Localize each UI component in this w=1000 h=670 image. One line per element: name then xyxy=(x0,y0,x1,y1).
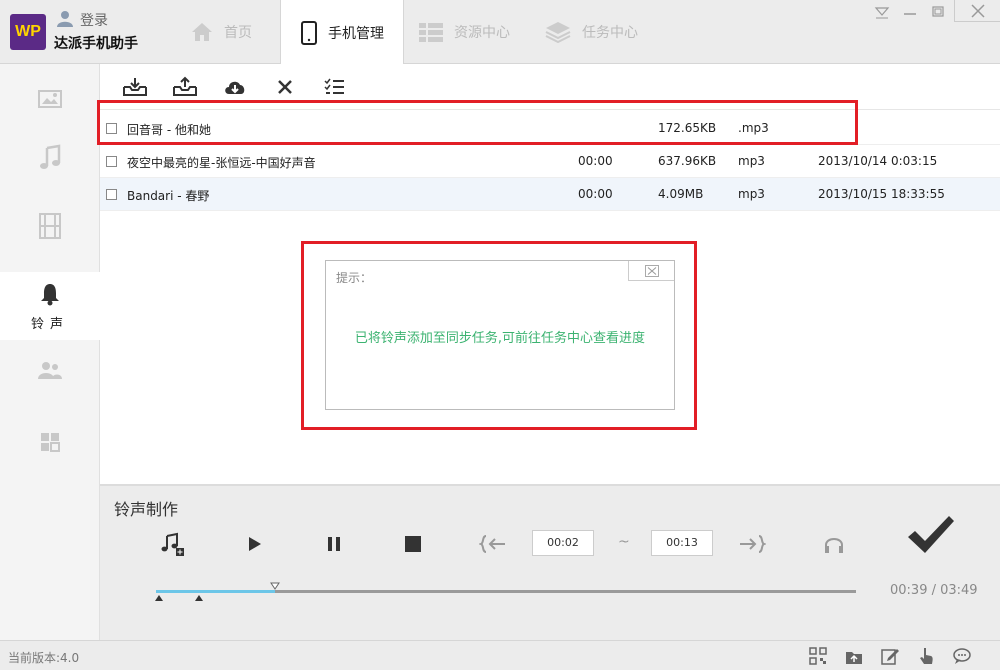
confirm-button[interactable] xyxy=(904,512,956,558)
stop-button[interactable] xyxy=(399,530,427,558)
tab-task-center[interactable]: 任务中心 xyxy=(544,0,654,64)
tab-resource-center[interactable]: 资源中心 xyxy=(418,0,528,64)
notice-dialog: 提示： 已将铃声添加至同步任务,可前往任务中心查看进度 xyxy=(325,260,675,410)
file-type: mp3 xyxy=(738,154,765,168)
dialog-close-button[interactable] xyxy=(628,261,674,281)
progress-fill xyxy=(156,590,275,593)
dialog-message: 已将铃声添加至同步任务,可前往任务中心查看进度 xyxy=(326,327,674,346)
add-music-button[interactable] xyxy=(158,530,186,558)
end-marker[interactable] xyxy=(194,594,204,602)
tab-resource-center-label: 资源中心 xyxy=(454,22,510,42)
pause-icon xyxy=(325,535,343,553)
status-bar: 当前版本:4.0 xyxy=(0,640,1000,670)
sidebar-item-music[interactable] xyxy=(0,124,100,192)
hand-pointer-icon[interactable] xyxy=(916,646,936,666)
file-type: mp3 xyxy=(738,187,765,201)
layers-icon xyxy=(544,20,572,44)
contacts-icon xyxy=(37,359,63,381)
phone-icon xyxy=(300,21,318,45)
range-separator: ~ xyxy=(618,534,630,550)
sidebar-item-contacts[interactable] xyxy=(0,336,100,404)
tab-home[interactable]: 首页 xyxy=(190,0,280,64)
app-logo: WP xyxy=(10,14,46,50)
film-icon xyxy=(38,212,62,240)
version-label: 当前版本:4.0 xyxy=(8,649,79,666)
chat-icon[interactable] xyxy=(952,646,972,666)
file-size: 637.96KB xyxy=(658,154,716,168)
play-button[interactable] xyxy=(240,530,268,558)
sidebar-item-ringtone[interactable]: 铃声 xyxy=(0,272,100,340)
play-icon xyxy=(245,535,263,553)
music-icon xyxy=(38,144,62,172)
set-end-icon xyxy=(738,534,766,554)
ringtone-maker-panel: 铃声制作 00:02 ~ 00:13 xyxy=(100,484,1000,640)
pause-button[interactable] xyxy=(320,530,348,558)
home-icon xyxy=(190,21,214,43)
tab-phone-management-label: 手机管理 xyxy=(328,23,384,43)
import-icon[interactable] xyxy=(122,76,148,98)
file-date: 2013/10/14 0:03:15 xyxy=(818,154,937,168)
sidebar-item-ringtone-label: 铃声 xyxy=(31,313,69,332)
highlight-frame-row xyxy=(97,100,858,145)
minimize-icon[interactable] xyxy=(900,4,920,20)
file-duration: 00:00 xyxy=(578,154,613,168)
app-name: 达派手机助手 xyxy=(54,33,138,53)
add-music-icon xyxy=(159,531,185,557)
file-date: 2013/10/15 18:33:55 xyxy=(818,187,945,201)
stop-icon xyxy=(404,535,422,553)
sidebar-item-apps[interactable] xyxy=(0,408,100,476)
playhead-marker[interactable] xyxy=(270,582,280,590)
preview-listen-button[interactable] xyxy=(820,530,848,558)
apps-icon xyxy=(39,431,61,453)
list-icon[interactable] xyxy=(322,76,348,98)
title-bar: WP 登录 达派手机助手 首页 手机管理 资源中心 任务中心 xyxy=(0,0,1000,64)
login-link[interactable]: 登录 xyxy=(80,10,108,30)
dialog-title: 提示： xyxy=(336,269,372,286)
set-start-button[interactable] xyxy=(478,530,508,558)
start-time-input[interactable]: 00:02 xyxy=(532,530,594,556)
folder-upload-icon[interactable] xyxy=(844,646,864,666)
photo-icon xyxy=(36,86,64,110)
tab-task-center-label: 任务中心 xyxy=(582,22,638,42)
download-icon[interactable] xyxy=(222,76,248,98)
tab-home-label: 首页 xyxy=(224,22,252,42)
table-row[interactable]: 夜空中最亮的星-张恒远-中国好声音 00:00 637.96KB mp3 201… xyxy=(100,145,1000,178)
panel-title: 铃声制作 xyxy=(114,496,178,520)
user-icon[interactable] xyxy=(56,9,74,27)
edit-icon[interactable] xyxy=(880,646,900,666)
sidebar-item-photos[interactable] xyxy=(0,64,100,132)
time-position-display: 00:39 / 03:49 xyxy=(890,583,978,598)
row-checkbox[interactable] xyxy=(106,189,117,200)
start-marker[interactable] xyxy=(154,594,164,602)
grid-icon xyxy=(418,21,444,43)
table-row[interactable]: Bandari - 春野 00:00 4.09MB mp3 2013/10/15… xyxy=(100,178,1000,211)
progress-track[interactable] xyxy=(156,590,856,593)
export-icon[interactable] xyxy=(172,76,198,98)
check-icon xyxy=(905,513,955,557)
delete-icon[interactable] xyxy=(272,76,298,98)
set-start-icon xyxy=(479,534,507,554)
file-name: 夜空中最亮的星-张恒远-中国好声音 xyxy=(127,154,316,171)
menu-dropdown-icon[interactable] xyxy=(872,4,892,20)
maximize-icon[interactable] xyxy=(928,4,948,20)
close-icon xyxy=(955,0,1000,22)
set-end-button[interactable] xyxy=(737,530,767,558)
headphones-icon xyxy=(823,534,845,554)
sidebar-item-video[interactable] xyxy=(0,192,100,260)
end-time-input[interactable]: 00:13 xyxy=(651,530,713,556)
sidebar: 铃声 xyxy=(0,64,100,640)
file-name: Bandari - 春野 xyxy=(127,187,209,204)
tab-phone-management[interactable]: 手机管理 xyxy=(280,0,404,65)
row-checkbox[interactable] xyxy=(106,156,117,167)
close-icon xyxy=(645,265,659,277)
bell-icon xyxy=(37,281,63,307)
qrcode-icon[interactable] xyxy=(808,646,828,666)
file-size: 4.09MB xyxy=(658,187,703,201)
file-duration: 00:00 xyxy=(578,187,613,201)
close-button[interactable] xyxy=(954,0,1000,22)
